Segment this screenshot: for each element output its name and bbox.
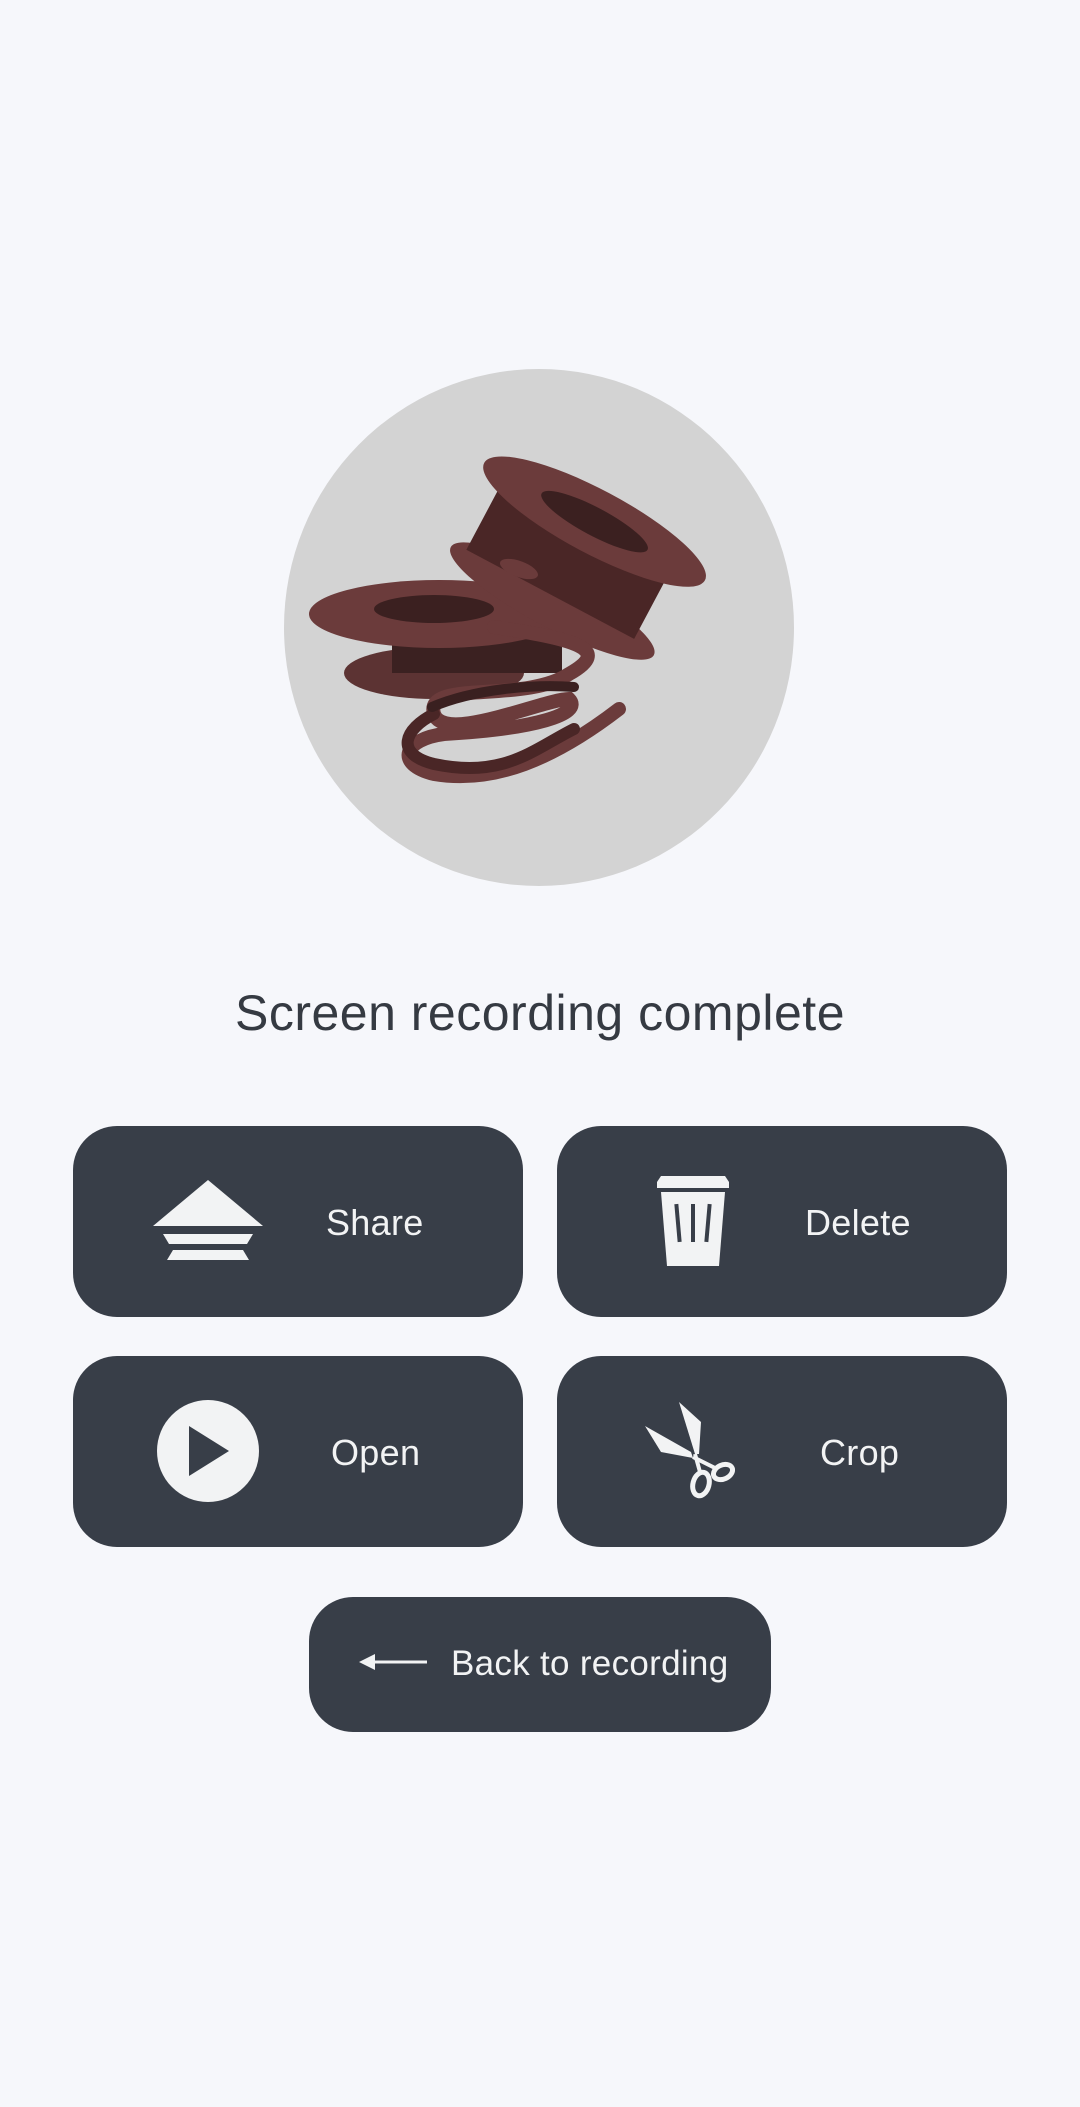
page-title: Screen recording complete	[234, 985, 846, 1041]
back-to-recording-button[interactable]: Back to recording	[309, 1597, 771, 1732]
open-button[interactable]: Open	[73, 1356, 523, 1547]
film-reel-illustration	[309, 456, 706, 784]
share-label: Share	[326, 1202, 424, 1243]
hero-illustration	[284, 369, 794, 886]
scissors-icon	[645, 1402, 736, 1511]
arrow-left-icon	[359, 1650, 429, 1679]
share-button[interactable]: Share	[73, 1126, 523, 1317]
share-icon	[153, 1180, 263, 1269]
delete-button[interactable]: Delete	[557, 1126, 1007, 1317]
trash-icon	[657, 1176, 729, 1273]
back-to-recording-label: Back to recording	[451, 1644, 729, 1683]
crop-label: Crop	[820, 1432, 900, 1473]
delete-label: Delete	[805, 1202, 911, 1243]
play-icon	[157, 1400, 259, 1507]
crop-button[interactable]: Crop	[557, 1356, 1007, 1547]
screen-recording-complete-page: Screen recording complete Share Delete O…	[0, 0, 1080, 2107]
open-label: Open	[331, 1432, 421, 1473]
